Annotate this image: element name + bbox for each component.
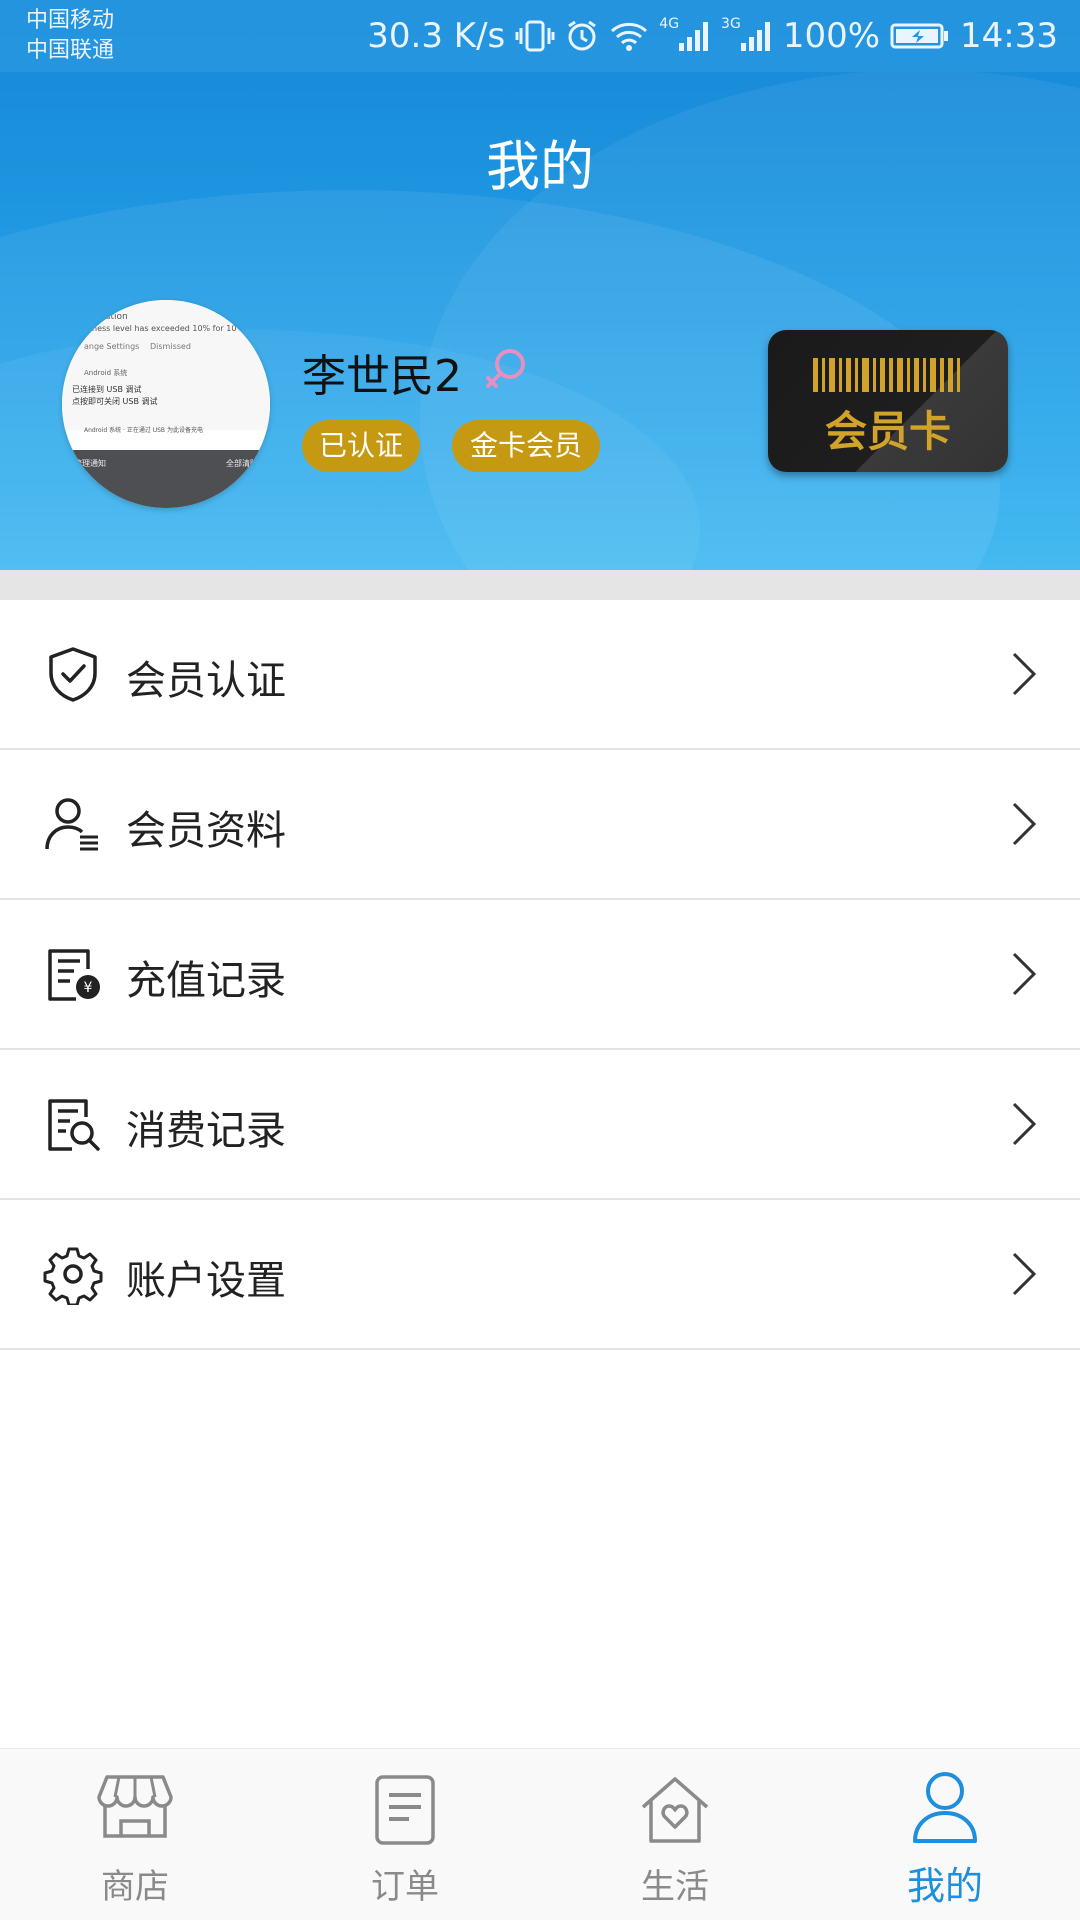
clock: 14:33 <box>960 16 1058 56</box>
section-divider <box>0 570 1080 600</box>
svg-text:¥: ¥ <box>84 980 93 996</box>
gear-icon <box>42 1243 104 1307</box>
menu-label: 账户设置 <box>126 1258 286 1304</box>
tab-store[interactable]: 商店 <box>0 1749 270 1920</box>
tab-label: 商店 <box>101 1867 169 1907</box>
chevron-right-icon <box>1008 1100 1038 1152</box>
battery-charging-icon <box>890 19 950 53</box>
status-bar: 中国移动 中国联通 30.3 K/s 4G 3G 100% 14:33 <box>0 0 1080 72</box>
female-gender-icon <box>480 344 532 400</box>
carrier-names: 中国移动 中国联通 <box>26 6 114 66</box>
gold-member-badge: 金卡会员 <box>452 420 600 472</box>
vibrate-icon <box>515 19 555 53</box>
signal-4g-icon: 4G <box>659 16 711 53</box>
profile-header: 中国移动 中国联通 30.3 K/s 4G 3G 100% 14:33 我的 c… <box>0 0 1080 570</box>
member-card-button[interactable]: 会员卡 <box>768 330 1008 472</box>
avatar[interactable]: cation ness level has exceeded 10% for 1… <box>62 300 270 508</box>
page-title: 我的 <box>486 135 594 198</box>
tab-mine[interactable]: 我的 <box>810 1749 1080 1920</box>
bottom-tab-bar: 商店 订单 生活 我的 <box>0 1748 1080 1920</box>
consumption-record-icon <box>42 1093 104 1155</box>
signal-3g-icon: 3G <box>721 16 773 53</box>
menu-item-consumption-record[interactable]: 消费记录 <box>0 1050 1080 1200</box>
menu-label: 充值记录 <box>126 958 286 1004</box>
network-speed: 30.3 K/s <box>367 16 506 56</box>
menu-item-member-verification[interactable]: 会员认证 <box>0 600 1080 750</box>
menu-list: 会员认证 会员资料 ¥ 充值记录 消费记录 账户设置 <box>0 600 1080 1350</box>
chevron-right-icon <box>1008 950 1038 1002</box>
user-profile-icon <box>42 793 104 855</box>
wifi-icon <box>609 19 649 53</box>
chevron-right-icon <box>1008 1250 1038 1302</box>
tab-life[interactable]: 生活 <box>540 1749 810 1920</box>
menu-item-member-profile[interactable]: 会员资料 <box>0 750 1080 900</box>
store-icon <box>97 1773 173 1847</box>
battery-percent: 100% <box>782 16 881 56</box>
verified-badge: 已认证 <box>302 420 420 472</box>
barcode-icon <box>813 358 960 392</box>
alarm-icon <box>565 19 599 53</box>
member-card-label: 会员卡 <box>824 407 951 456</box>
menu-label: 消费记录 <box>126 1108 286 1154</box>
tab-label: 生活 <box>641 1867 709 1907</box>
shield-check-icon <box>42 643 104 705</box>
username: 李世民2 <box>302 351 462 402</box>
tab-label: 订单 <box>371 1867 439 1907</box>
chevron-right-icon <box>1008 800 1038 852</box>
tab-label: 我的 <box>906 1864 983 1908</box>
recharge-record-icon: ¥ <box>42 943 104 1005</box>
tab-orders[interactable]: 订单 <box>270 1749 540 1920</box>
menu-label: 会员资料 <box>126 808 286 854</box>
home-heart-icon <box>637 1773 713 1851</box>
menu-item-account-settings[interactable]: 账户设置 <box>0 1200 1080 1350</box>
carrier-1: 中国移动 <box>26 8 115 33</box>
carrier-2: 中国联通 <box>26 38 115 63</box>
menu-item-recharge-record[interactable]: ¥ 充值记录 <box>0 900 1080 1050</box>
user-icon <box>910 1769 980 1849</box>
menu-label: 会员认证 <box>126 658 286 704</box>
order-icon <box>373 1773 437 1851</box>
chevron-right-icon <box>1008 650 1038 702</box>
